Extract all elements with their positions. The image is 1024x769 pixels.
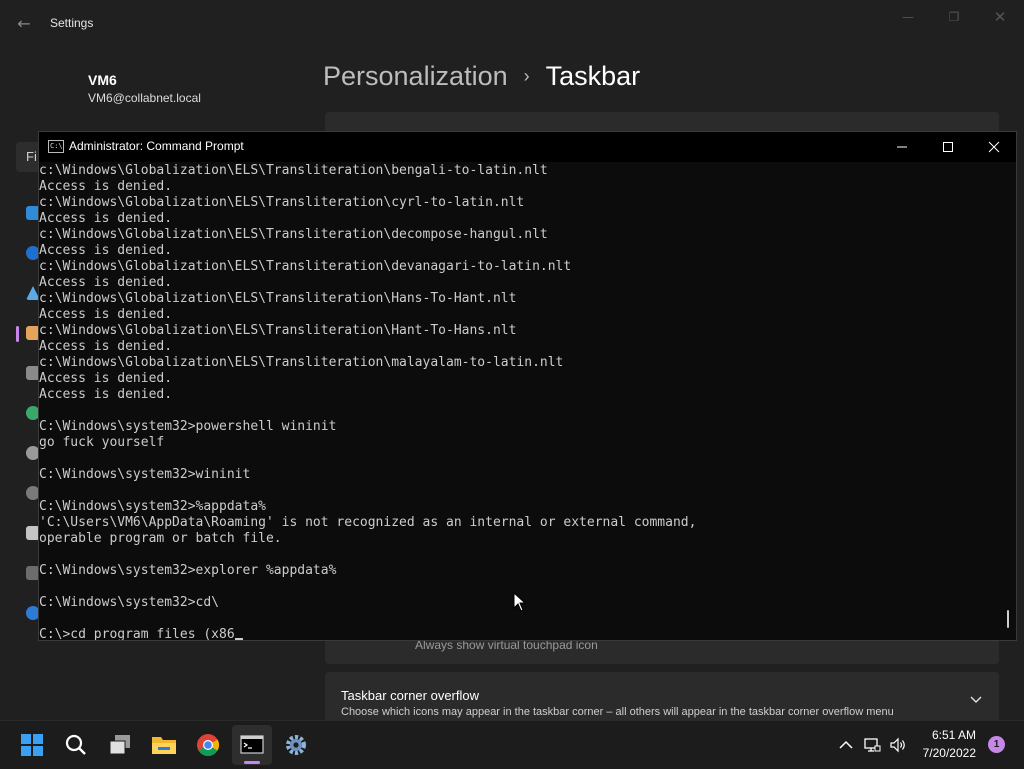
- console-line: Access is denied.: [39, 243, 173, 258]
- console-line: c:\Windows\Globalization\ELS\Translitera…: [39, 355, 564, 370]
- clock-date[interactable]: 7/20/2022: [923, 746, 976, 760]
- corner-overflow-title: Taskbar corner overflow: [341, 688, 479, 703]
- command-prompt-taskbar-button[interactable]: [232, 725, 272, 765]
- text-cursor: [234, 638, 243, 640]
- cmd-app-icon: C:\: [48, 140, 64, 153]
- console-line: c:\Windows\Globalization\ELS\Translitera…: [39, 323, 517, 338]
- console-line: Access is denied.: [39, 211, 173, 226]
- console-line: C:\Windows\system32>explorer %appdata%: [39, 563, 337, 578]
- taskbar-search-button[interactable]: [56, 725, 96, 765]
- settings-maximize-button[interactable]: ❐: [934, 6, 974, 28]
- console-line: c:\Windows\Globalization\ELS\Translitera…: [39, 259, 572, 274]
- console-line: c:\Windows\Globalization\ELS\Translitera…: [39, 163, 548, 178]
- command-prompt-window[interactable]: C:\ Administrator: Command Prompt c:\Win…: [38, 131, 1017, 641]
- sidebar-nav: [16, 140, 40, 640]
- chrome-button[interactable]: [188, 725, 228, 765]
- cmd-close-button[interactable]: [971, 132, 1017, 162]
- chrome-icon: [197, 734, 219, 756]
- clock-time[interactable]: 6:51 AM: [932, 728, 976, 742]
- chevron-down-icon[interactable]: [969, 692, 983, 706]
- volume-icon[interactable]: [888, 735, 908, 755]
- terminal-icon: [240, 735, 264, 754]
- gear-icon: [286, 735, 306, 755]
- console-scroll-thumb[interactable]: [1007, 610, 1009, 628]
- folder-icon: [152, 737, 176, 754]
- console-line: Access is denied.: [39, 275, 173, 290]
- settings-minimize-button[interactable]: —: [888, 6, 928, 28]
- console-line: c:\Windows\Globalization\ELS\Translitera…: [39, 227, 548, 242]
- start-button[interactable]: [12, 725, 52, 765]
- corner-overflow-description: Choose which icons may appear in the tas…: [341, 706, 894, 718]
- sidebar-selection-indicator: [16, 326, 19, 342]
- console-line: C:\Windows\system32>powershell wininit: [39, 419, 337, 434]
- cmd-maximize-button[interactable]: [925, 132, 971, 162]
- breadcrumb-chevron-icon: ›: [523, 65, 530, 86]
- console-line: 'C:\Users\VM6\AppData\Roaming' is not re…: [39, 515, 697, 530]
- breadcrumb: Personalization › Taskbar: [323, 58, 640, 94]
- console-line: C:\Windows\system32>wininit: [39, 467, 251, 482]
- cmd-minimize-button[interactable]: [879, 132, 925, 162]
- account-email: VM6@collabnet.local: [88, 91, 201, 105]
- console-current-input: C:\>cd program files (x86: [39, 627, 235, 640]
- network-tray-icon[interactable]: [862, 735, 882, 755]
- settings-close-button[interactable]: ✕: [980, 6, 1020, 28]
- search-icon: [65, 734, 86, 755]
- console-line: C:\Windows\system32>%appdata%: [39, 499, 266, 514]
- console-scrollbar[interactable]: [1002, 164, 1014, 638]
- console-line: c:\Windows\Globalization\ELS\Translitera…: [39, 291, 517, 306]
- file-explorer-button[interactable]: [144, 725, 184, 765]
- console-line: go fuck yourself: [39, 435, 165, 450]
- breadcrumb-parent[interactable]: Personalization: [323, 61, 508, 92]
- chevron-up-icon[interactable]: [836, 735, 856, 755]
- console-line: Access is denied.: [39, 179, 173, 194]
- task-view-button[interactable]: [100, 725, 140, 765]
- mouse-pointer-icon: [513, 591, 527, 612]
- console-line: c:\Windows\Globalization\ELS\Translitera…: [39, 195, 525, 210]
- cmd-titlebar[interactable]: C:\ Administrator: Command Prompt: [39, 132, 1016, 162]
- settings-titlebar: ← Settings — ❐ ✕: [0, 0, 1024, 48]
- account-name: VM6: [88, 72, 117, 88]
- page-title: Taskbar: [545, 60, 641, 91]
- cmd-window-title: Administrator: Command Prompt: [69, 139, 244, 153]
- console-line: operable program or batch file.: [39, 531, 282, 546]
- back-arrow-icon[interactable]: ←: [14, 14, 34, 34]
- settings-taskbar-button[interactable]: [276, 725, 316, 765]
- console-line: Access is denied.: [39, 339, 173, 354]
- taskbar: 6:51 AM 7/20/2022 1: [0, 720, 1024, 768]
- settings-app-title: Settings: [50, 16, 94, 30]
- console-output[interactable]: c:\Windows\Globalization\ELS\Translitera…: [39, 162, 999, 640]
- console-line: Access is denied.: [39, 371, 173, 386]
- console-input-line[interactable]: C:\>cd program files (x86: [39, 627, 999, 640]
- notification-badge[interactable]: 1: [988, 736, 1005, 753]
- console-line: Access is denied.: [39, 307, 173, 322]
- taskbar-corner-overflow-card[interactable]: Taskbar corner overflow Choose which ico…: [325, 672, 999, 724]
- active-app-indicator: [244, 761, 260, 764]
- console-line: Access is denied.: [39, 387, 173, 402]
- task-view-icon: [109, 735, 130, 755]
